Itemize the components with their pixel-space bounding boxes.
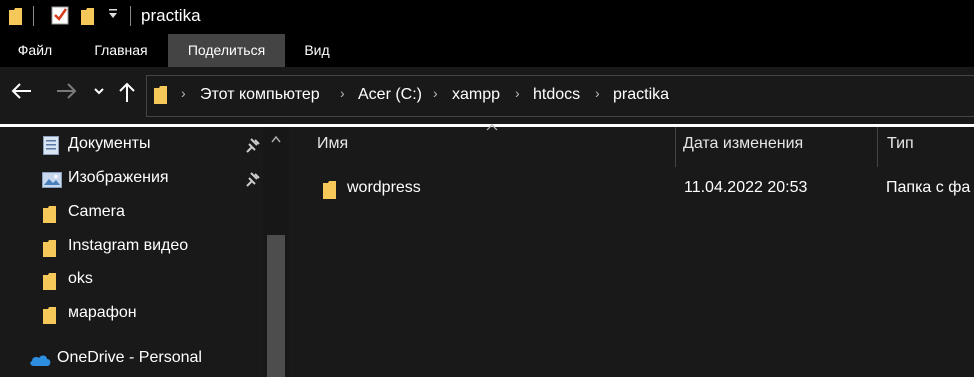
properties-checklist-icon[interactable] — [51, 5, 69, 25]
tab-view[interactable]: Вид — [290, 34, 344, 67]
breadcrumb-xampp[interactable]: xampp — [452, 86, 500, 104]
scrollbar-thumb[interactable] — [267, 235, 285, 377]
documents-icon — [43, 136, 59, 155]
arrow-left-icon — [11, 83, 31, 99]
pictures-icon — [42, 172, 62, 188]
sidebar-item-label: Instagram видео — [68, 237, 189, 254]
sidebar-item-documents[interactable]: Документы — [0, 131, 262, 161]
breadcrumb-drive-c[interactable]: Acer (C:) — [358, 86, 422, 104]
column-header-type[interactable]: Тип — [887, 135, 914, 153]
ribbon-tabs: Файл Главная Поделиться Вид — [0, 34, 974, 67]
sort-ascending-icon — [486, 124, 498, 131]
scroll-up-icon[interactable] — [271, 135, 281, 143]
sidebar-item-label: Camera — [68, 203, 125, 220]
column-header-name[interactable]: Имя — [317, 135, 348, 153]
chevron-right-icon[interactable]: › — [433, 85, 438, 101]
arrow-right-icon — [57, 83, 77, 99]
sidebar-item-camera[interactable]: Camera — [0, 199, 262, 229]
pin-icon — [246, 172, 260, 187]
folder-icon — [43, 307, 56, 324]
recent-locations-button[interactable] — [93, 81, 105, 107]
sidebar-item-label: Документы — [68, 135, 151, 152]
breadcrumb-this-pc[interactable]: Этот компьютер — [200, 86, 320, 104]
folder-icon — [154, 86, 167, 104]
chevron-right-icon[interactable]: › — [595, 85, 600, 101]
new-folder-icon[interactable] — [81, 8, 94, 25]
file-list: Имя Дата изменения Тип wordpress 11.04.2… — [289, 124, 974, 377]
chevron-right-icon[interactable]: › — [181, 85, 186, 101]
separator — [33, 6, 34, 26]
customize-quick-access-button[interactable] — [108, 6, 118, 23]
title-bar: practika — [0, 0, 974, 34]
file-type: Папка с фа — [886, 179, 971, 196]
chevron-right-icon[interactable]: › — [515, 85, 520, 101]
sidebar-item-onedrive[interactable]: OneDrive - Personal — [0, 345, 262, 375]
tab-home[interactable]: Главная — [78, 34, 164, 67]
tab-file[interactable]: Файл — [0, 34, 70, 67]
table-row[interactable]: wordpress 11.04.2022 20:53 Папка с фа — [309, 175, 974, 205]
folder-icon — [43, 206, 56, 223]
sidebar-item-instagram-video[interactable]: Instagram видео — [0, 233, 262, 263]
file-name: wordpress — [347, 179, 421, 196]
breadcrumb-practika[interactable]: practika — [613, 86, 669, 104]
sidebar-scrollbar[interactable] — [263, 127, 289, 377]
navigation-bar: › Этот компьютер › Acer (C:) › xampp › h… — [0, 67, 974, 124]
sidebar-item-label: марафон — [68, 304, 137, 321]
sidebar-item-label: OneDrive - Personal — [57, 349, 202, 366]
separator — [130, 6, 131, 26]
sidebar-item-label: oks — [68, 270, 93, 287]
sidebar-item-marafon[interactable]: марафон — [0, 300, 262, 330]
column-header-date-modified[interactable]: Дата изменения — [683, 135, 803, 153]
window-title: practika — [141, 6, 201, 25]
sidebar-item-pictures[interactable]: Изображения — [0, 165, 262, 195]
address-bar[interactable]: › Этот компьютер › Acer (C:) › xampp › h… — [146, 75, 974, 117]
arrow-up-icon — [119, 82, 135, 102]
folder-icon — [43, 240, 56, 257]
pin-icon — [246, 138, 260, 153]
navigation-pane: Документы Изображения Camera Instagram в… — [0, 127, 289, 377]
up-button[interactable] — [118, 81, 136, 109]
column-divider[interactable] — [877, 127, 878, 167]
forward-button[interactable] — [56, 81, 78, 107]
chevron-right-icon[interactable]: › — [340, 85, 345, 101]
column-divider[interactable] — [675, 127, 676, 167]
back-button[interactable] — [10, 81, 32, 107]
sidebar-item-oks[interactable]: oks — [0, 266, 262, 296]
folder-icon — [323, 181, 336, 199]
tab-share[interactable]: Поделиться — [168, 34, 285, 67]
file-date-modified: 11.04.2022 20:53 — [684, 179, 808, 196]
folder-icon — [9, 8, 22, 25]
breadcrumb-htdocs[interactable]: htdocs — [533, 86, 580, 104]
chevron-down-icon — [94, 88, 104, 95]
sidebar-item-label: Изображения — [68, 169, 169, 186]
onedrive-icon — [30, 355, 51, 366]
chevron-down-icon — [109, 9, 117, 18]
folder-icon — [43, 273, 56, 290]
